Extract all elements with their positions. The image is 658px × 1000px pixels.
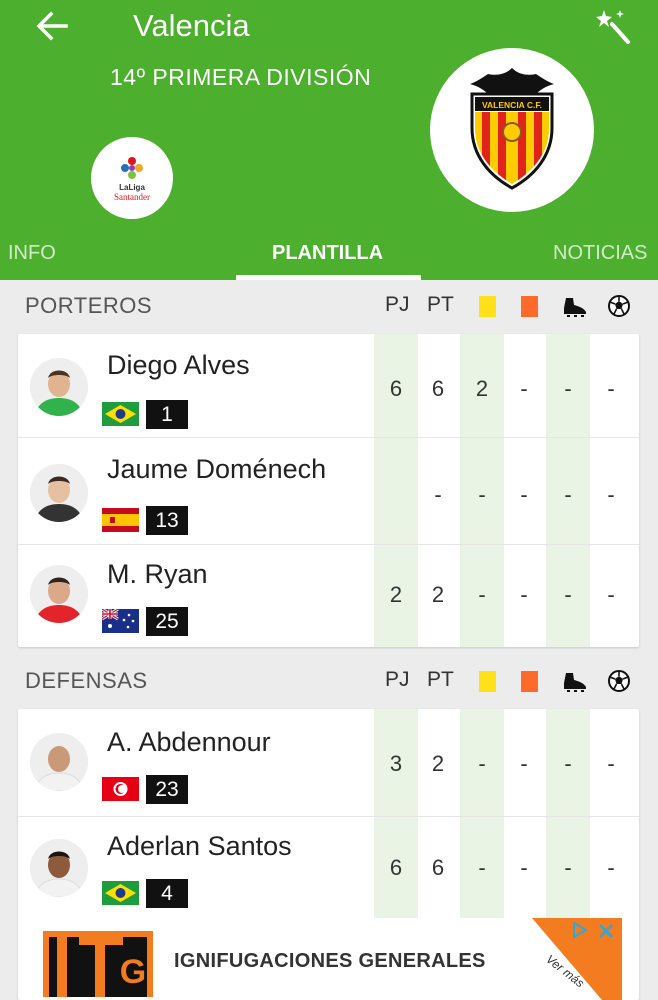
column-pj: PJ	[385, 668, 410, 691]
stat-pt: 6	[431, 855, 445, 880]
stat-assists: -	[564, 582, 572, 607]
section-header-defensas: DEFENSAS PJ PT	[0, 655, 658, 707]
laliga-emblem-icon	[121, 156, 143, 179]
ball-icon	[608, 670, 630, 692]
tab-info[interactable]: INFO	[8, 242, 56, 265]
column-pt: PT	[427, 293, 454, 316]
stat-pj: 3	[389, 751, 403, 776]
stat-assists: -	[564, 751, 572, 776]
stat-goals: -	[607, 751, 615, 776]
player-name: Jaume Doménech	[107, 454, 327, 484]
players-card-porteros: Diego Alves 1 6 6 2 - - - Jaume Doménech…	[18, 334, 639, 647]
ad-text: IGNIFUGACIONES GENERALES	[174, 950, 486, 972]
back-arrow-icon[interactable]	[32, 6, 72, 46]
stat-assists: -	[564, 482, 572, 507]
player-name: Aderlan Santos	[107, 831, 292, 861]
australia-flag-icon	[102, 609, 139, 633]
league-position: 14º PRIMERA DIVISIÓN	[110, 64, 372, 90]
stat-yellow: -	[478, 751, 486, 776]
red-card-icon	[521, 296, 538, 317]
stat-yellow: -	[478, 855, 486, 880]
stat-pt: -	[434, 482, 442, 507]
player-name: Diego Alves	[107, 350, 250, 380]
tunisia-flag-icon	[102, 777, 139, 801]
player-row[interactable]: A. Abdennour 23 3 2 - - - -	[18, 709, 639, 817]
stat-yellow: 2	[475, 376, 489, 401]
boot-icon	[564, 673, 586, 692]
player-number: 23	[146, 775, 188, 804]
ball-icon	[608, 295, 630, 317]
stat-goals: -	[607, 582, 615, 607]
tab-noticias[interactable]: NOTICIAS	[553, 242, 647, 265]
column-pt: PT	[427, 668, 454, 691]
stat-assists: -	[564, 855, 572, 880]
magic-wand-icon[interactable]	[594, 6, 634, 46]
stat-assists: -	[564, 376, 572, 401]
stat-red: -	[520, 482, 528, 507]
player-avatar	[30, 839, 88, 897]
section-title: PORTEROS	[25, 293, 153, 318]
ad-logo: G	[43, 931, 153, 997]
tab-bar: INFO PLANTILLA NOTICIAS	[0, 228, 658, 280]
player-row[interactable]: Jaume Doménech 13 - - - - -	[18, 438, 639, 545]
player-number: 13	[146, 506, 188, 535]
tab-plantilla[interactable]: PLANTILLA	[272, 242, 383, 265]
league-logo-sponsor: Santander	[114, 191, 150, 202]
stat-pt: 2	[431, 582, 445, 607]
player-name: A. Abdennour	[107, 727, 271, 757]
ad-info-icon[interactable]	[570, 920, 590, 940]
league-logo-text: LaLiga	[119, 182, 145, 192]
player-row[interactable]: M. Ryan 25 2 2 - - - -	[18, 545, 639, 647]
yellow-card-icon	[479, 671, 496, 692]
stat-pj: 6	[389, 376, 403, 401]
stat-goals: -	[607, 855, 615, 880]
red-card-icon	[521, 671, 538, 692]
spain-flag-icon	[102, 508, 139, 532]
team-header: Valencia 14º PRIMERA DIVISIÓN LaLiga San…	[0, 0, 658, 280]
ad-close-icon[interactable]	[595, 920, 617, 942]
stat-pj: 6	[389, 855, 403, 880]
crest-text: VALENCIA C.F.	[482, 100, 542, 110]
boot-icon	[564, 298, 586, 317]
stat-red: -	[520, 376, 528, 401]
team-title: Valencia	[133, 8, 250, 43]
stat-red: -	[520, 855, 528, 880]
section-title: DEFENSAS	[25, 668, 148, 693]
player-row[interactable]: Diego Alves 1 6 6 2 - - -	[18, 334, 639, 438]
league-logo[interactable]: LaLiga Santander	[91, 137, 173, 219]
section-header-porteros: PORTEROS PJ PT	[0, 280, 658, 332]
player-avatar	[30, 358, 88, 416]
valencia-crest-icon: VALENCIA C.F.	[470, 68, 554, 190]
player-name: M. Ryan	[107, 559, 208, 589]
ad-banner[interactable]: G IGNIFUGACIONES GENERALES Ver más	[37, 918, 622, 1000]
player-avatar	[30, 733, 88, 791]
stat-red: -	[520, 582, 528, 607]
stat-goals: -	[607, 482, 615, 507]
player-number: 1	[146, 400, 188, 429]
player-row[interactable]: Aderlan Santos 4 6 6 - - - -	[18, 817, 639, 921]
stat-yellow: -	[478, 482, 486, 507]
stat-red: -	[520, 751, 528, 776]
svg-text:G: G	[120, 953, 146, 991]
column-pj: PJ	[385, 293, 410, 316]
stat-pj: 2	[389, 582, 403, 607]
stat-goals: -	[607, 376, 615, 401]
player-number: 25	[146, 607, 188, 636]
player-number: 4	[146, 879, 188, 908]
stat-pt: 6	[431, 376, 445, 401]
brazil-flag-icon	[102, 402, 139, 426]
stat-pt: 2	[431, 751, 445, 776]
stat-yellow: -	[478, 582, 486, 607]
player-avatar	[30, 464, 88, 522]
yellow-card-icon	[479, 296, 496, 317]
player-avatar	[30, 565, 88, 623]
brazil-flag-icon	[102, 881, 139, 905]
